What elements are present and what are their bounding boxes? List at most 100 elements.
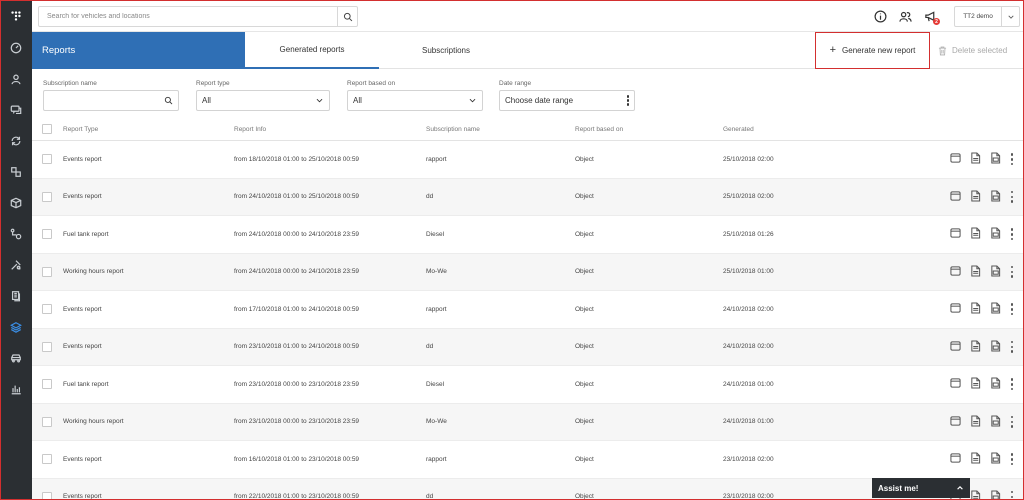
more-vertical-icon[interactable] [1010,453,1014,466]
xls-file-icon[interactable] [990,152,1001,166]
tools-icon [11,259,21,270]
preview-icon[interactable] [950,227,961,241]
row-checkbox[interactable] [42,154,52,165]
table-row[interactable]: Working hours report from 24/10/2018 00:0… [32,253,1024,291]
column-header[interactable]: Generated [723,118,754,140]
sidebar-item-dashboard[interactable] [0,32,32,63]
row-checkbox[interactable] [42,491,52,500]
table-row[interactable]: Events report from 24/10/2018 01:00 to 25… [32,178,1024,216]
account-dropdown[interactable]: TT2 demo [954,6,1020,27]
pdf-file-icon[interactable] [970,377,981,391]
pdf-file-icon[interactable] [970,415,981,429]
preview-icon[interactable] [950,302,961,316]
more-vertical-icon[interactable] [1010,153,1014,166]
info-button[interactable] [872,8,888,24]
sidebar-item-statistics[interactable] [0,373,32,404]
more-vertical-icon[interactable] [1010,415,1014,428]
generate-report-button[interactable]: + Generate new report [815,32,930,69]
users-button[interactable] [897,8,913,24]
xls-file-icon[interactable] [990,227,1001,241]
account-chevron[interactable] [1001,7,1019,26]
preview-icon[interactable] [950,340,961,354]
pdf-file-icon[interactable] [970,452,981,466]
sidebar-item-layers[interactable] [0,156,32,187]
pdf-file-icon[interactable] [970,265,981,279]
tab-subscriptions[interactable]: Subscriptions [379,32,513,69]
more-vertical-icon[interactable] [1010,490,1014,500]
table-row[interactable]: Events report from 18/10/2018 01:00 to 25… [32,141,1024,179]
preview-icon[interactable] [950,152,961,166]
sidebar-item-sync[interactable] [0,125,32,156]
notifications-button[interactable]: 2 [922,8,940,25]
subscription-name-input[interactable] [43,90,179,111]
xls-file-icon[interactable] [990,265,1001,279]
sidebar-item-messages[interactable] [0,94,32,125]
column-header[interactable]: Report Info [234,118,266,140]
table-row[interactable]: Fuel tank report from 24/10/2018 00:00 to… [32,216,1024,254]
preview-icon[interactable] [950,452,961,466]
table-row[interactable]: Events report from 17/10/2018 01:00 to 24… [32,291,1024,329]
preview-icon[interactable] [950,265,961,279]
pdf-file-icon[interactable] [970,302,981,316]
more-vertical-icon[interactable] [1010,303,1014,316]
table-cell: dd [426,343,434,351]
table-cell: Mo-We [426,418,447,426]
table-row[interactable]: Events report from 23/10/2018 01:00 to 24… [32,328,1024,366]
xls-file-icon[interactable] [990,415,1001,429]
report-type-select[interactable]: All [196,90,330,111]
column-header[interactable]: Report based on [575,118,623,140]
date-range-select[interactable]: Choose date range [499,90,635,111]
more-vertical-icon[interactable] [1010,190,1014,203]
row-checkbox[interactable] [42,266,52,277]
pdf-file-icon[interactable] [970,340,981,354]
row-checkbox[interactable] [42,229,52,240]
xls-file-icon[interactable] [990,190,1001,204]
generate-report-label: Generate new report [842,46,916,55]
xls-file-icon[interactable] [990,302,1001,316]
sidebar-item-reports[interactable] [0,311,32,342]
select-all-checkbox[interactable] [42,124,52,134]
pdf-file-icon[interactable] [970,190,981,204]
more-vertical-icon[interactable] [1010,228,1014,241]
more-vertical-icon[interactable] [1010,340,1014,353]
pdf-file-icon[interactable] [970,227,981,241]
preview-icon[interactable] [950,190,961,204]
pdf-file-icon[interactable] [970,490,981,500]
row-checkbox[interactable] [42,191,52,202]
table-row[interactable]: Events report from 16/10/2018 01:00 to 23… [32,441,1024,479]
table-row[interactable]: Fuel tank report from 23/10/2018 00:00 to… [32,366,1024,404]
sidebar-item-vehicles[interactable] [0,342,32,373]
sidebar-item-documents[interactable] [0,280,32,311]
table-row[interactable]: Working hours report from 23/10/2018 00:0… [32,403,1024,441]
pdf-file-icon[interactable] [970,152,981,166]
table-cell: Mo-We [426,268,447,276]
row-checkbox[interactable] [42,379,52,390]
row-checkbox[interactable] [42,454,52,465]
assist-button[interactable]: Assist me! [872,478,970,498]
preview-icon[interactable] [950,377,961,391]
xls-file-icon[interactable] [990,377,1001,391]
sidebar-item-routes[interactable] [0,218,32,249]
more-vertical-icon[interactable] [1010,378,1014,391]
preview-icon[interactable] [950,415,961,429]
report-based-on-select[interactable]: All [347,90,483,111]
xls-file-icon[interactable] [990,490,1001,500]
search-input[interactable] [39,7,337,26]
column-header[interactable]: Report Type [63,118,98,140]
table-cell: 25/10/2018 01:26 [723,230,774,238]
sidebar-item-tools[interactable] [0,249,32,280]
column-header[interactable]: Subscription name [426,118,480,140]
xls-file-icon[interactable] [990,340,1001,354]
app-logo[interactable] [0,0,32,32]
row-checkbox[interactable] [42,341,52,352]
row-checkbox[interactable] [42,416,52,427]
tab-generated-reports[interactable]: Generated reports [245,32,379,69]
row-checkbox[interactable] [42,304,52,315]
xls-file-icon[interactable] [990,452,1001,466]
search-button[interactable] [337,7,357,26]
sidebar-item-packages[interactable] [0,187,32,218]
row-actions [950,254,1014,291]
delete-selected-button[interactable]: Delete selected [938,32,1024,69]
more-vertical-icon[interactable] [1010,265,1014,278]
sidebar-item-drivers[interactable] [0,63,32,94]
